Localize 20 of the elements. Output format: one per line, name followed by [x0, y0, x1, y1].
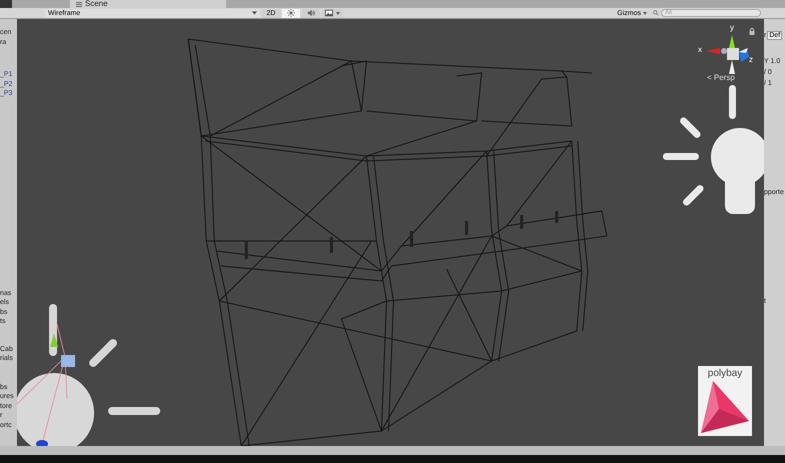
- scene-tab[interactable]: Scene: [70, 0, 226, 8]
- pyramid-icon: [699, 379, 751, 435]
- speaker-icon: [307, 9, 315, 17]
- axis-label: x: [698, 45, 702, 54]
- search-icon: [653, 10, 659, 16]
- axis-label: z: [749, 55, 753, 64]
- projection-label[interactable]: < Persp: [707, 73, 735, 82]
- caret-icon: [643, 12, 647, 14]
- caret-icon: [252, 11, 257, 15]
- image-icon: [325, 9, 333, 17]
- axis-label: y: [730, 23, 734, 32]
- menu-icon: [76, 2, 82, 6]
- light-icon: [287, 9, 295, 17]
- audio-toggle[interactable]: [302, 8, 320, 18]
- lock-icon: [749, 28, 755, 35]
- lighting-toggle[interactable]: [282, 8, 300, 18]
- logo-text: polybay: [708, 368, 742, 379]
- caret-icon: [336, 12, 340, 14]
- effects-toggle[interactable]: [322, 8, 343, 18]
- light-bulb-icon: [662, 85, 764, 214]
